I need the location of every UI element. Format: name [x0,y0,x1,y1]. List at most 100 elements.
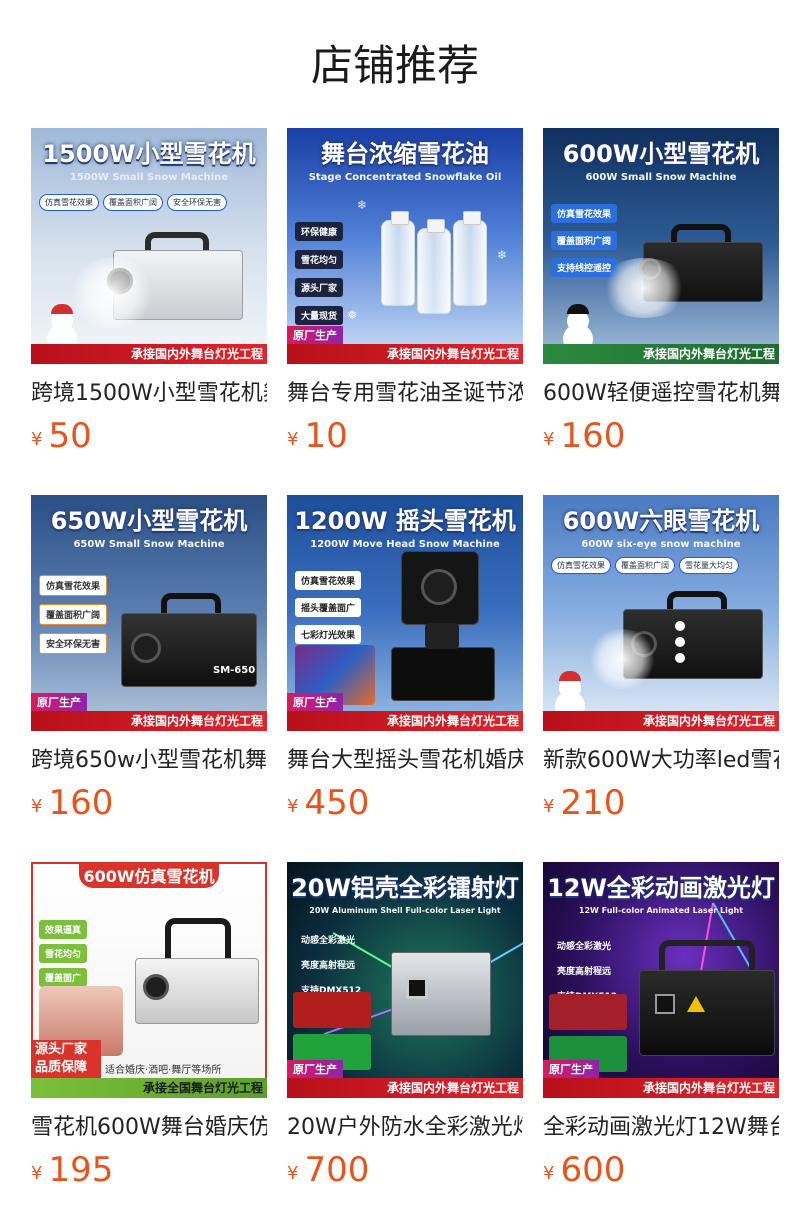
bottle-illustration [453,211,487,306]
factory-badge: 原厂生产 [287,693,343,713]
image-headline: 600W六眼雪花机 [562,506,760,535]
currency-symbol: ¥ [31,795,43,817]
image-tag: 仿真雪花效果 [39,575,108,596]
product-image[interactable]: 600W小型雪花机 600W Small Snow Machine 仿真雪花效果… [543,128,779,364]
product-image[interactable]: 20W铝壳全彩镭射灯 20W Aluminum Shell Full-color… [287,862,523,1098]
image-tag: 源头厂家 [295,278,344,297]
product-name[interactable]: 舞台大型摇头雪花机婚庆 [287,747,523,775]
image-tags: 环保健康 雪花均匀 源头厂家 大量现货 [295,222,344,325]
model-label: SM-650 [213,665,256,676]
image-tag: 亮度高射程远 [557,967,612,977]
red-laser-sample [549,994,627,1030]
product-image[interactable]: 650W小型雪花机 650W Small Snow Machine 仿真雪花效果… [31,495,267,731]
product-card[interactable]: 1500W小型雪花机 1500W Small Snow Machine 仿真雪花… [31,128,267,468]
product-image[interactable]: 600W六眼雪花机 600W six-eye snow machine 仿真雪花… [543,495,779,731]
image-footer: 承接国内外舞台灯光工程 [287,711,523,731]
currency-symbol: ¥ [31,428,43,450]
factory-badge: 原厂生产 [287,326,343,346]
bottle-illustration [417,219,451,314]
product-price: ¥160 [543,416,625,456]
product-image[interactable]: 600W仿真雪花机 效果逼真 雪花均匀 覆盖面广 源头厂家 品质保障 适合婚庆·… [31,862,267,1098]
product-card[interactable]: 600W小型雪花机 600W Small Snow Machine 仿真雪花效果… [543,128,779,468]
product-price: ¥450 [287,783,369,823]
image-headline: 600W仿真雪花机 [79,862,219,888]
image-tag: 覆盖面积广阔 [615,557,675,574]
factory-badge: 源头厂家 品质保障 [31,1040,101,1078]
product-card[interactable]: 12W全彩动画激光灯 12W Full-color Animated Laser… [543,862,779,1202]
product-card[interactable]: 600W仿真雪花机 效果逼真 雪花均匀 覆盖面广 源头厂家 品质保障 适合婚庆·… [31,862,267,1202]
image-subline: 1200W Move Head Snow Machine [310,539,500,550]
image-tag: 七彩灯光效果 [295,625,362,644]
product-name[interactable]: 跨境1500W小型雪花机舞台效果 [31,380,267,408]
image-subline: 20W Aluminum Shell Full-color Laser Ligh… [309,906,501,915]
price-value: 450 [304,783,370,823]
product-image[interactable]: 舞台浓缩雪花油 Stage Concentrated Snowflake Oil… [287,128,523,364]
product-card[interactable]: 舞台浓缩雪花油 Stage Concentrated Snowflake Oil… [287,128,523,468]
image-tag: 效果逼真 [39,920,88,939]
image-headline: 12W全彩动画激光灯 [547,873,775,902]
image-headline: 1200W 摇头雪花机 [294,506,516,535]
laser-light-illustration [639,940,775,1060]
image-tag: 雪花量大均匀 [679,557,739,574]
product-card[interactable]: 1200W 摇头雪花机 1200W Move Head Snow Machine… [287,495,523,835]
product-name[interactable]: 雪花机600W舞台婚庆仿真 [31,1114,267,1142]
factory-badge: 原厂生产 [31,693,87,713]
product-image[interactable]: 12W全彩动画激光灯 12W Full-color Animated Laser… [543,862,779,1098]
product-name[interactable]: 全彩动画激光灯12W舞台 [543,1114,779,1142]
product-card[interactable]: 600W六眼雪花机 600W six-eye snow machine 仿真雪花… [543,495,779,835]
image-tag: 安全环保无害 [39,633,108,654]
product-price: ¥50 [31,416,92,456]
price-value: 195 [48,1150,114,1190]
price-value: 160 [560,416,626,456]
currency-symbol: ¥ [287,795,299,817]
product-name[interactable]: 20W户外防水全彩激光灯 [287,1114,523,1142]
product-image[interactable]: 1500W小型雪花机 1500W Small Snow Machine 仿真雪花… [31,128,267,364]
product-name[interactable]: 600W轻便遥控雪花机舞台 [543,380,779,408]
warning-icon [687,996,705,1012]
image-footer: 承接国内外舞台灯光工程 [543,711,779,731]
image-subline: 适合婚庆·酒吧·舞厅等场所 [105,1065,222,1076]
image-subline: 600W Small Snow Machine [585,172,737,183]
red-laser-sample [293,992,371,1028]
currency-symbol: ¥ [543,428,555,450]
image-tag: 安全环保无害 [167,194,227,211]
image-tag: 覆盖面广 [39,968,88,987]
price-value: 700 [304,1150,370,1190]
image-footer: 承接国内外舞台灯光工程 [31,711,267,731]
product-card[interactable]: 650W小型雪花机 650W Small Snow Machine 仿真雪花效果… [31,495,267,835]
image-subline: 650W Small Snow Machine [73,539,225,550]
snow-machine-illustration [135,918,259,1028]
image-tag: 覆盖面积广阔 [551,231,618,250]
product-name[interactable]: 新款600W大功率led雪花机 [543,747,779,775]
image-tag: 环保健康 [295,222,344,241]
section-title: 店铺推荐 [310,41,479,90]
currency-symbol: ¥ [287,1162,299,1184]
product-price: ¥210 [543,783,625,823]
image-tag: 雪花均匀 [39,944,88,963]
currency-symbol: ¥ [31,1162,43,1184]
product-price: ¥700 [287,1150,369,1190]
price-value: 10 [304,416,348,456]
product-image[interactable]: 1200W 摇头雪花机 1200W Move Head Snow Machine… [287,495,523,731]
image-footer: 承接国内外舞台灯光工程 [287,1078,523,1098]
product-name[interactable]: 跨境650w小型雪花机舞台 [31,747,267,775]
image-tags: 仿真雪花效果 覆盖面积广阔 支持线控遥控 [551,204,618,277]
image-footer: 承接国内外舞台灯光工程 [31,344,267,364]
image-tag: 大量现货 [295,306,344,325]
laser-light-illustration [391,952,491,1036]
product-grid: 1500W小型雪花机 1500W Small Snow Machine 仿真雪花… [31,128,790,1230]
image-tag: 仿真雪花效果 [551,557,611,574]
currency-symbol: ¥ [543,795,555,817]
bottle-illustration [381,211,415,306]
image-subline: 600W six-eye snow machine [581,539,741,550]
product-card[interactable]: 20W铝壳全彩镭射灯 20W Aluminum Shell Full-color… [287,862,523,1202]
product-name[interactable]: 舞台专用雪花油圣诞节浓缩 [287,380,523,408]
image-tag: 仿真雪花效果 [295,571,362,590]
image-tag: 雪花均匀 [295,250,344,269]
image-footer: 承接国内外舞台灯光工程 [543,1078,779,1098]
image-headline: 650W小型雪花机 [50,506,248,535]
image-headline: 舞台浓缩雪花油 [321,139,489,168]
price-value: 160 [48,783,114,823]
product-price: ¥195 [31,1150,113,1190]
image-tag: 仿真雪花效果 [39,194,99,211]
